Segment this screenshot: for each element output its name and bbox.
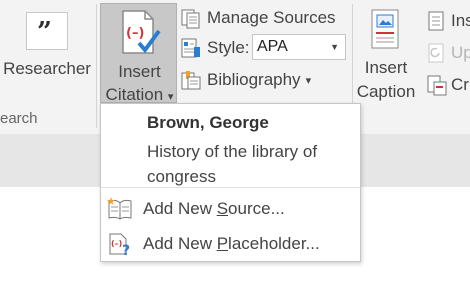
style-label: Style: [207,38,250,57]
chevron-down-icon: ▾ [167,91,174,103]
add-new-source-item[interactable]: Add New Source... [101,193,360,225]
style-dropdown[interactable]: APA ▼ [252,34,346,60]
chevron-down-icon: ▼ [330,42,339,52]
style-value: APA [257,38,288,55]
bibliography-icon [181,71,201,90]
group-divider [96,4,97,128]
cross-reference-label: Cr [451,75,469,94]
group-label-research: earch [0,110,38,127]
manage-sources-icon [181,9,200,29]
style-icon [181,38,200,58]
insert-caption-icon[interactable] [371,9,399,49]
insert-citation-label-line1: Insert [118,62,161,81]
update-table-label: Up [451,43,470,62]
insert-caption-label-line1: Insert [364,58,408,77]
add-new-placeholder-label: Add New Placeholder... [143,234,320,253]
bibliography-button[interactable]: Bibliography ▾ [180,68,311,92]
insert-table-of-figures-label: Ins [451,11,470,30]
style-control: Style: [180,36,250,60]
manage-sources-label: Manage Sources [207,8,336,27]
citation-title: History of the library of congress [147,142,318,186]
insert-caption-label-line2: Caption [356,82,416,101]
svg-text:(–): (–) [111,239,122,248]
add-source-icon [107,197,132,220]
add-new-source-label: Add New Source... [143,199,285,218]
insert-citation-menu: Brown, George History of the library of … [100,103,361,262]
update-table-icon [428,43,444,63]
chevron-down-icon: ▾ [305,74,312,87]
bibliography-label: Bibliography [207,70,301,89]
insert-citation-label-line2: Citation [105,85,164,104]
add-placeholder-icon: (–) ? [109,233,130,256]
cross-reference-icon [427,75,447,96]
insert-citation-button[interactable]: (–) Insert Citation ▾ [100,3,177,104]
researcher-icon[interactable]: ” [26,12,68,50]
manage-sources-button[interactable]: Manage Sources [180,6,336,30]
svg-text:?: ? [122,243,130,256]
svg-text:(–): (–) [126,26,144,41]
menu-divider [101,187,360,188]
update-table-button[interactable]: Up [427,41,470,65]
insert-citation-icon: (–) [122,10,161,54]
insert-caption-button[interactable]: Insert Caption [352,56,420,104]
svg-text:”: ” [37,17,52,47]
add-new-placeholder-item[interactable]: (–) ? Add New Placeholder... [101,228,360,260]
cross-reference-button[interactable]: Cr [427,73,469,97]
insert-table-of-figures-button[interactable]: Ins [427,9,470,33]
citation-author: Brown, George [147,113,269,132]
table-of-figures-icon [428,11,444,31]
researcher-button[interactable]: Researcher [0,59,94,79]
